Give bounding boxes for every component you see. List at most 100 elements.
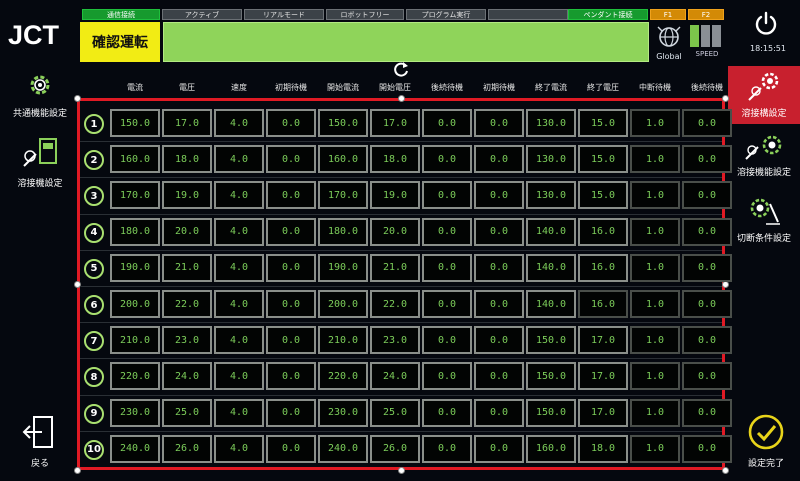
table-row[interactable]: 6 200.0 22.0 4.0 0.0 200.0 22.0 0.0 0.0 140.0 16.0… <box>80 287 732 323</box>
value-cell[interactable]: 0.0 <box>266 181 316 210</box>
table-row[interactable]: 3 170.0 19.0 4.0 0.0 170.0 19.0 0.0 0.0 130.0 15.0… <box>80 178 732 214</box>
value-cell[interactable]: 0.0 <box>422 434 472 463</box>
value-cell[interactable]: 0.0 <box>474 145 524 174</box>
value-cell[interactable]: 4.0 <box>214 398 264 427</box>
value-cell[interactable]: 0.0 <box>422 109 472 137</box>
value-cell[interactable]: 4.0 <box>214 362 264 391</box>
refresh-icon[interactable] <box>392 60 410 78</box>
value-cell[interactable]: 1.0 <box>630 326 680 355</box>
value-cell[interactable]: 0.0 <box>266 326 316 355</box>
resize-handle[interactable] <box>722 281 729 288</box>
value-cell[interactable]: 180.0 <box>318 217 368 246</box>
value-cell[interactable]: 18.0 <box>162 145 212 174</box>
resize-handle[interactable] <box>74 467 81 474</box>
value-cell[interactable]: 170.0 <box>318 181 368 210</box>
value-cell[interactable]: 0.0 <box>682 109 732 137</box>
value-cell[interactable]: 0.0 <box>266 362 316 391</box>
value-cell[interactable]: 20.0 <box>370 217 420 246</box>
value-cell[interactable]: 140.0 <box>526 253 576 282</box>
value-cell[interactable]: 0.0 <box>474 398 524 427</box>
table-row[interactable]: 9 230.0 25.0 4.0 0.0 230.0 25.0 0.0 0.0 150.0 17.0… <box>80 396 732 432</box>
value-cell[interactable]: 160.0 <box>318 145 368 174</box>
value-cell[interactable]: 170.0 <box>110 181 160 210</box>
value-cell[interactable]: 130.0 <box>526 145 576 174</box>
value-cell[interactable]: 0.0 <box>422 326 472 355</box>
value-cell[interactable]: 0.0 <box>266 398 316 427</box>
value-cell[interactable]: 0.0 <box>682 362 732 391</box>
resize-handle[interactable] <box>722 467 729 474</box>
welder-settings-button[interactable]: 溶接機設定 <box>2 136 78 189</box>
value-cell[interactable]: 190.0 <box>110 253 160 282</box>
value-cell[interactable]: 200.0 <box>110 290 160 318</box>
value-cell[interactable]: 0.0 <box>474 434 524 463</box>
value-cell[interactable]: 16.0 <box>578 217 628 246</box>
value-cell[interactable]: 0.0 <box>682 217 732 246</box>
value-cell[interactable]: 23.0 <box>162 326 212 355</box>
value-cell[interactable]: 0.0 <box>422 290 472 318</box>
value-cell[interactable]: 0.0 <box>422 217 472 246</box>
value-cell[interactable]: 0.0 <box>266 253 316 282</box>
value-cell[interactable]: 0.0 <box>422 362 472 391</box>
value-cell[interactable]: 0.0 <box>474 362 524 391</box>
value-cell[interactable]: 130.0 <box>526 109 576 137</box>
value-cell[interactable]: 21.0 <box>370 253 420 282</box>
resize-handle[interactable] <box>398 95 405 102</box>
value-cell[interactable]: 240.0 <box>318 434 368 463</box>
value-cell[interactable]: 130.0 <box>526 181 576 210</box>
value-cell[interactable]: 17.0 <box>162 109 212 137</box>
value-cell[interactable]: 0.0 <box>422 253 472 282</box>
value-cell[interactable]: 25.0 <box>162 398 212 427</box>
value-cell[interactable]: 1.0 <box>630 290 680 318</box>
value-cell[interactable]: 190.0 <box>318 253 368 282</box>
value-cell[interactable]: 16.0 <box>578 290 628 318</box>
table-row[interactable]: 2 160.0 18.0 4.0 0.0 160.0 18.0 0.0 0.0 130.0 15.0… <box>80 142 732 178</box>
value-cell[interactable]: 4.0 <box>214 253 264 282</box>
value-cell[interactable]: 150.0 <box>318 109 368 137</box>
value-cell[interactable]: 0.0 <box>474 326 524 355</box>
welding-conditions-button[interactable]: 溶接構設定 <box>728 66 800 124</box>
value-cell[interactable]: 0.0 <box>474 217 524 246</box>
value-cell[interactable]: 0.0 <box>474 181 524 210</box>
value-cell[interactable]: 210.0 <box>318 326 368 355</box>
value-cell[interactable]: 15.0 <box>578 145 628 174</box>
value-cell[interactable]: 150.0 <box>110 109 160 137</box>
value-cell[interactable]: 0.0 <box>682 181 732 210</box>
value-cell[interactable]: 17.0 <box>578 326 628 355</box>
value-cell[interactable]: 0.0 <box>266 109 316 137</box>
value-cell[interactable]: 150.0 <box>526 398 576 427</box>
value-cell[interactable]: 0.0 <box>474 253 524 282</box>
value-cell[interactable]: 23.0 <box>370 326 420 355</box>
value-cell[interactable]: 160.0 <box>526 434 576 463</box>
value-cell[interactable]: 0.0 <box>682 434 732 463</box>
value-cell[interactable]: 16.0 <box>578 253 628 282</box>
table-row[interactable]: 1 150.0 17.0 4.0 0.0 150.0 17.0 0.0 0.0 130.0 15.0… <box>80 106 732 142</box>
welding-function-button[interactable]: 溶接機能設定 <box>728 132 800 188</box>
value-cell[interactable]: 4.0 <box>214 145 264 174</box>
value-cell[interactable]: 220.0 <box>318 362 368 391</box>
power-icon[interactable] <box>752 10 780 38</box>
resize-handle[interactable] <box>74 95 81 102</box>
resize-handle[interactable] <box>722 95 729 102</box>
value-cell[interactable]: 4.0 <box>214 217 264 246</box>
value-cell[interactable]: 0.0 <box>422 398 472 427</box>
value-cell[interactable]: 4.0 <box>214 109 264 137</box>
checkmark-icon[interactable] <box>748 414 784 450</box>
value-cell[interactable]: 25.0 <box>370 398 420 427</box>
table-row[interactable]: 5 190.0 21.0 4.0 0.0 190.0 21.0 0.0 0.0 140.0 16.0… <box>80 251 732 287</box>
value-cell[interactable]: 1.0 <box>630 145 680 174</box>
value-cell[interactable]: 140.0 <box>526 217 576 246</box>
value-cell[interactable]: 17.0 <box>370 109 420 137</box>
value-cell[interactable]: 230.0 <box>318 398 368 427</box>
value-cell[interactable]: 18.0 <box>370 145 420 174</box>
value-cell[interactable]: 17.0 <box>578 398 628 427</box>
value-cell[interactable]: 22.0 <box>370 290 420 318</box>
value-cell[interactable]: 210.0 <box>110 326 160 355</box>
cut-conditions-button[interactable]: 切断条件設定 <box>728 196 800 252</box>
value-cell[interactable]: 1.0 <box>630 217 680 246</box>
value-cell[interactable]: 4.0 <box>214 181 264 210</box>
value-cell[interactable]: 0.0 <box>474 109 524 137</box>
value-cell[interactable]: 150.0 <box>526 326 576 355</box>
value-cell[interactable]: 4.0 <box>214 326 264 355</box>
value-cell[interactable]: 1.0 <box>630 109 680 137</box>
resize-handle[interactable] <box>398 467 405 474</box>
